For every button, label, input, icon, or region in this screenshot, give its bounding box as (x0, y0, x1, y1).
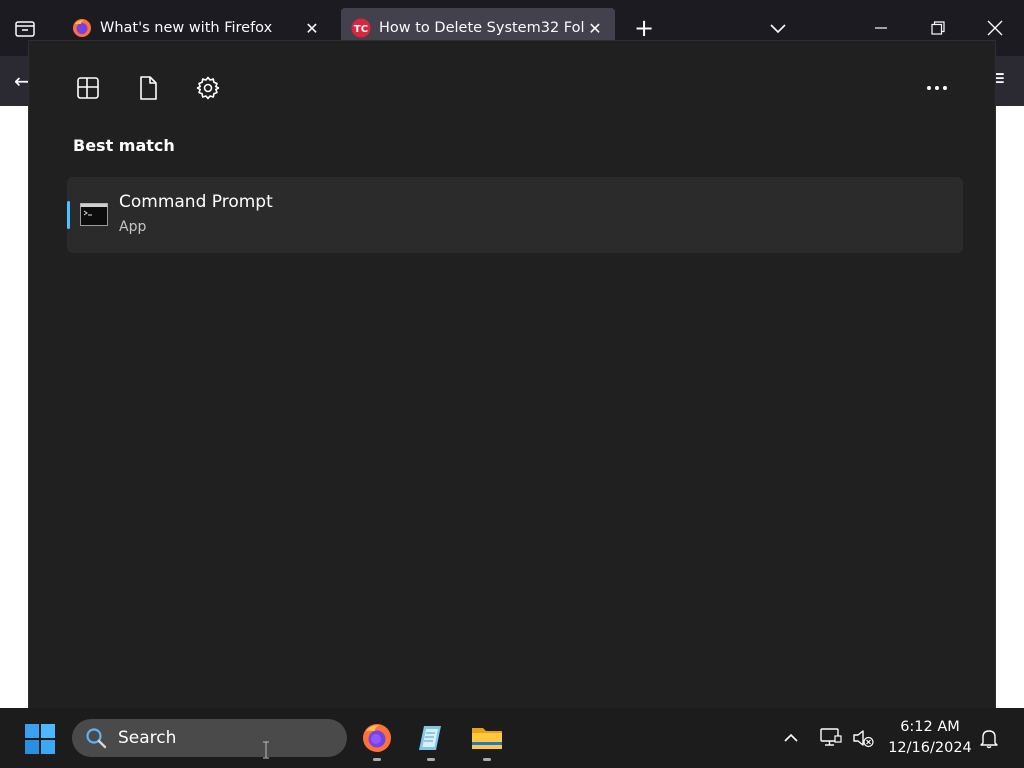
taskbar-search-box[interactable]: Search (72, 719, 347, 757)
list-all-tabs-icon[interactable] (765, 16, 791, 40)
result-type: App (119, 219, 147, 235)
tab-close-icon[interactable]: ✕ (585, 19, 605, 38)
start-button-icon[interactable] (25, 724, 55, 754)
system-clock[interactable]: 6:12 AM 12/16/2024 (880, 717, 980, 759)
apps-filter-icon[interactable] (75, 75, 101, 101)
taskbar: Search 6:12 AM 12/16/2024 (0, 708, 1024, 768)
tab-title: What's new with Firefox (100, 20, 273, 36)
tab-title: How to Delete System32 Folde (379, 20, 585, 36)
notepad-icon[interactable] (415, 722, 447, 754)
more-options-icon[interactable] (922, 76, 952, 100)
tab-close-icon[interactable]: ✕ (302, 19, 322, 38)
result-name: Command Prompt (119, 192, 273, 212)
command-prompt-icon (80, 203, 108, 226)
firefox-icon (72, 18, 92, 38)
close-window-button[interactable] (980, 14, 1010, 42)
selection-indicator (67, 201, 70, 229)
search-flyout: Best match Command Prompt App (28, 40, 996, 708)
text-cursor-icon (262, 741, 270, 759)
documents-filter-icon[interactable] (135, 75, 161, 101)
running-indicator (373, 758, 381, 761)
network-icon[interactable] (819, 727, 843, 749)
running-indicator (483, 758, 491, 761)
clock-time: 6:12 AM (900, 719, 960, 735)
notification-bell-icon[interactable] (978, 727, 1000, 749)
search-placeholder: Search (118, 728, 177, 748)
volume-muted-icon[interactable] (851, 727, 875, 749)
chevron-up-icon[interactable] (781, 730, 801, 746)
running-indicator (427, 758, 435, 761)
svg-text:TC: TC (354, 24, 368, 35)
clock-date: 12/16/2024 (888, 740, 972, 756)
restore-button[interactable] (923, 14, 953, 42)
tab-overview-icon[interactable] (12, 16, 38, 40)
settings-filter-icon[interactable] (195, 75, 221, 101)
firefox-icon[interactable] (361, 722, 393, 754)
techcult-icon: TC (351, 18, 371, 38)
minimize-button[interactable] (866, 14, 896, 42)
best-match-heading: Best match (73, 136, 175, 155)
best-match-result[interactable]: Command Prompt App (67, 177, 963, 253)
search-icon (85, 727, 107, 749)
file-explorer-icon[interactable] (471, 722, 503, 754)
